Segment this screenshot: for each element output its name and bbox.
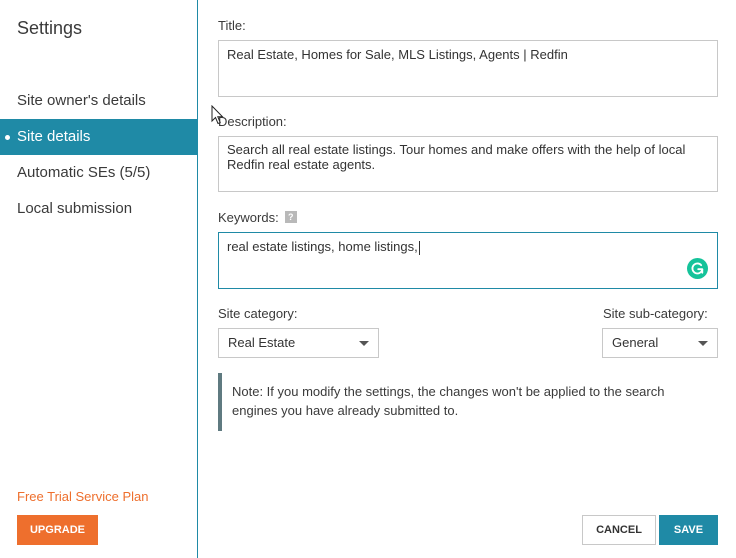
- title-label: Title:: [218, 18, 246, 33]
- category-value: Real Estate: [228, 335, 296, 350]
- sidebar-item-label: Local submission: [17, 200, 133, 217]
- sidebar-item-site-owners-details[interactable]: Site owner's details: [0, 83, 197, 119]
- settings-note: Note: If you modify the settings, the ch…: [218, 373, 718, 431]
- chevron-down-icon: [698, 341, 708, 346]
- sidebar-item-automatic-ses[interactable]: Automatic SEs (5/5): [0, 155, 197, 191]
- sidebar-item-label: Site owner's details: [17, 92, 146, 109]
- sidebar-item-label: Site details: [17, 128, 91, 145]
- plan-label: Free Trial Service Plan: [17, 489, 149, 504]
- keywords-label: Keywords:: [218, 210, 279, 225]
- title-field[interactable]: Real Estate, Homes for Sale, MLS Listing…: [218, 40, 718, 97]
- sidebar-item-site-details[interactable]: Site details: [0, 119, 197, 155]
- chevron-down-icon: [359, 341, 369, 346]
- save-button[interactable]: SAVE: [659, 515, 718, 545]
- site-details-form: Title: Real Estate, Homes for Sale, MLS …: [218, 0, 718, 558]
- keywords-value: real estate listings, home listings,: [227, 239, 418, 254]
- keywords-label-row: Keywords:?: [218, 210, 297, 225]
- sidebar-title: Settings: [17, 18, 83, 38]
- sidebar: Settings Site owner's details Site detai…: [0, 0, 198, 558]
- mouse-pointer-icon: [211, 105, 224, 125]
- category-select[interactable]: Real Estate: [218, 328, 379, 358]
- subcategory-value: General: [612, 335, 659, 350]
- help-icon[interactable]: ?: [284, 211, 297, 223]
- description-label: Description:: [218, 114, 287, 129]
- text-caret: [418, 240, 420, 255]
- subcategory-label: Site sub-category:: [603, 306, 708, 321]
- description-field[interactable]: Search all real estate listings. Tour ho…: [218, 136, 718, 192]
- sidebar-item-label: Automatic SEs (5/5): [17, 164, 151, 181]
- cancel-button[interactable]: CANCEL: [582, 515, 656, 545]
- subcategory-select[interactable]: General: [602, 328, 718, 358]
- keywords-field[interactable]: real estate listings, home listings,: [218, 232, 718, 289]
- upgrade-button[interactable]: UPGRADE: [17, 515, 98, 545]
- description-value: Search all real estate listings. Tour ho…: [227, 142, 686, 172]
- sidebar-item-local-submission[interactable]: Local submission: [0, 191, 197, 227]
- grammarly-icon[interactable]: [687, 258, 708, 279]
- category-label: Site category:: [218, 306, 298, 321]
- sidebar-nav: Site owner's details Site details Automa…: [0, 83, 197, 227]
- title-value: Real Estate, Homes for Sale, MLS Listing…: [227, 47, 568, 62]
- active-bullet-icon: [5, 135, 10, 140]
